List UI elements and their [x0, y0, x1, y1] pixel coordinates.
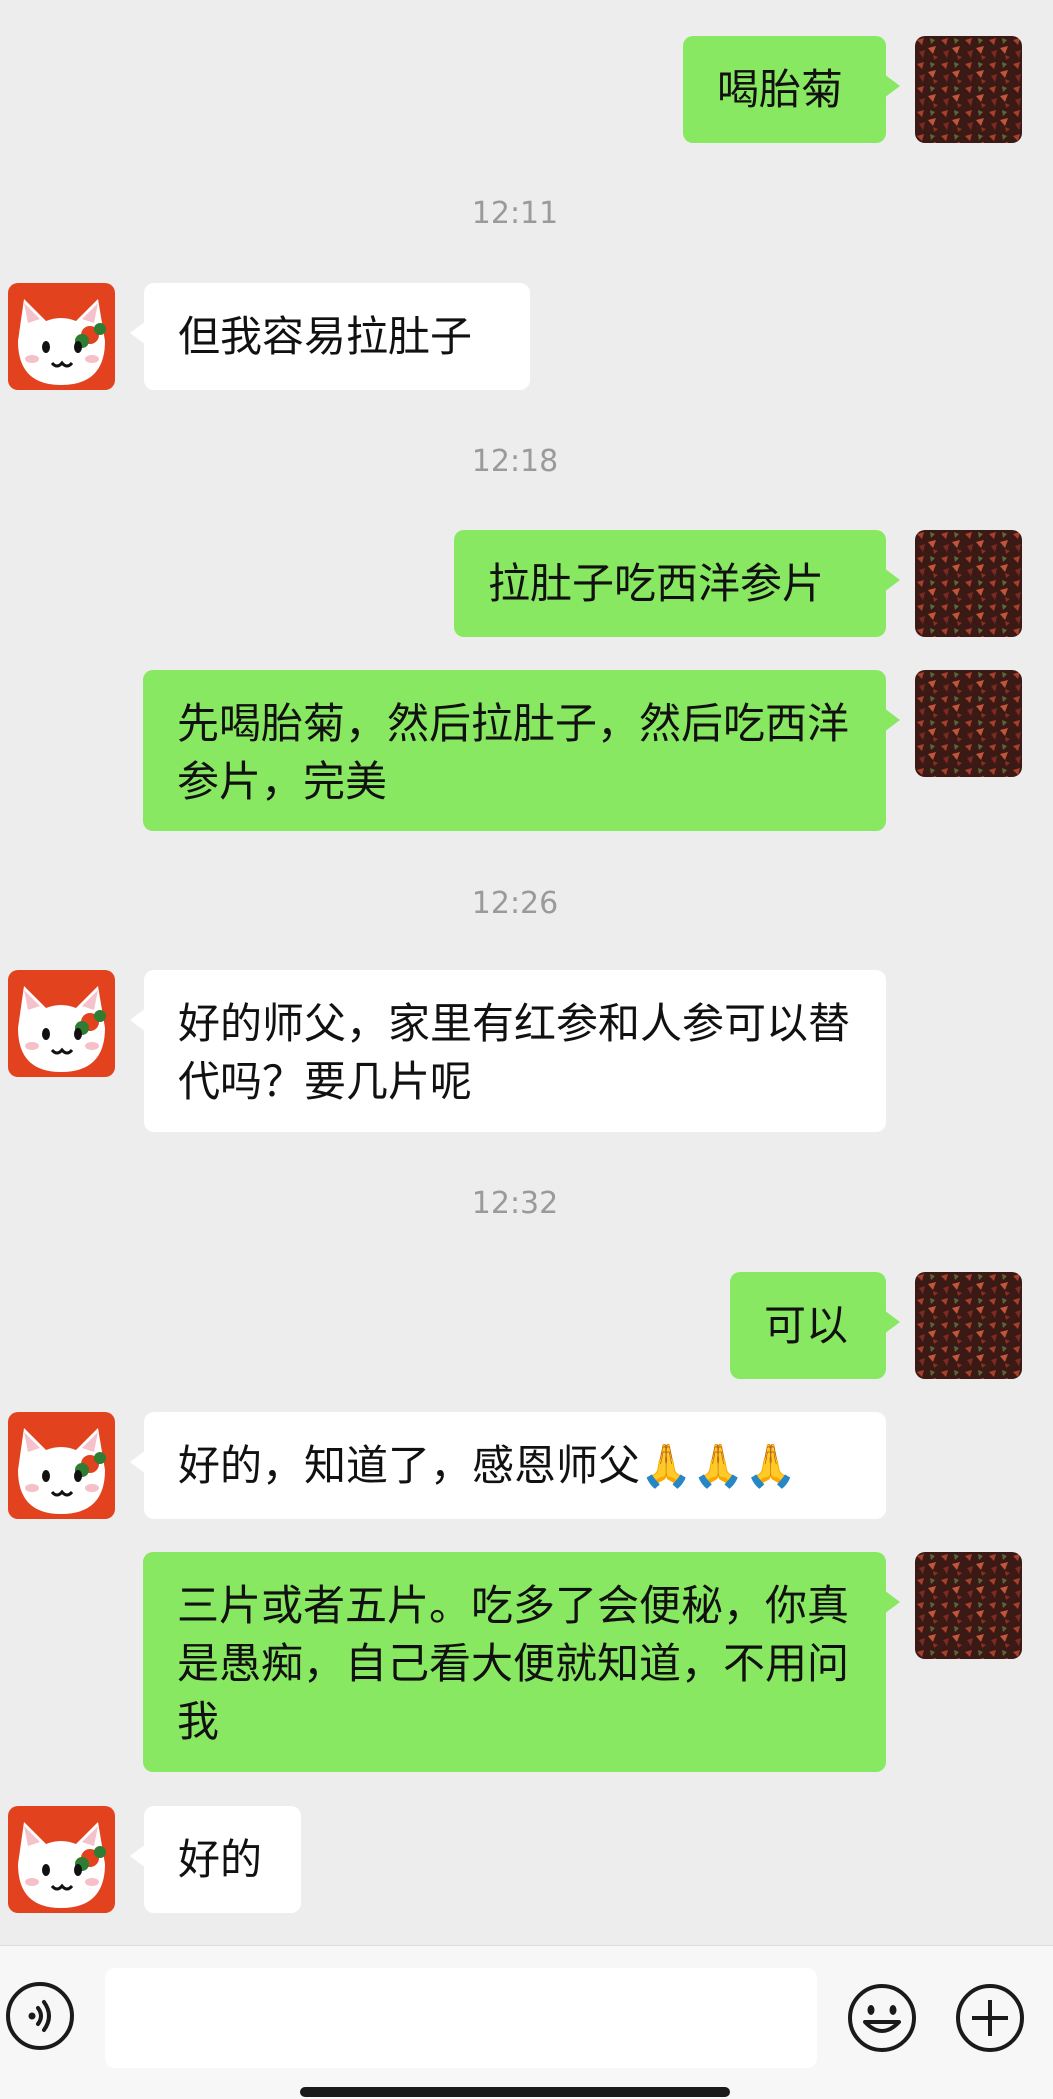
- my-message-bubble[interactable]: 可以: [730, 1272, 900, 1379]
- voice-icon[interactable]: [6, 1982, 74, 2050]
- my-avatar[interactable]: [915, 1272, 1022, 1379]
- emoji-icon[interactable]: [846, 1982, 918, 2054]
- my-message-bubble[interactable]: 三片或者五片。吃多了会便秘，你真是愚痴，自己看大便就知道，不用问我: [143, 1552, 900, 1772]
- contact-avatar[interactable]: [8, 970, 115, 1077]
- timestamp: 12:32: [471, 1186, 559, 1221]
- timestamp: 12:18: [471, 444, 559, 479]
- input-toolbar: [0, 1945, 1053, 2099]
- contact-message-bubble[interactable]: 好的师父，家里有红参和人参可以替代吗？要几片呢: [130, 970, 886, 1132]
- message-input[interactable]: [105, 1968, 817, 2068]
- timestamp: 12:26: [471, 886, 559, 921]
- timestamp: 12:11: [471, 196, 559, 231]
- contact-avatar[interactable]: [8, 1412, 115, 1519]
- my-avatar[interactable]: [915, 670, 1022, 777]
- my-avatar[interactable]: [915, 530, 1022, 637]
- my-message-bubble[interactable]: 拉肚子吃西洋参片: [454, 530, 900, 637]
- contact-message-bubble[interactable]: 好的，知道了，感恩师父🙏🙏🙏: [130, 1412, 886, 1519]
- contact-message-bubble[interactable]: 但我容易拉肚子: [130, 283, 530, 390]
- my-message-bubble[interactable]: 喝胎菊: [683, 36, 900, 143]
- contact-message-bubble[interactable]: 好的: [130, 1806, 301, 1913]
- home-indicator[interactable]: [300, 2087, 730, 2097]
- my-avatar[interactable]: [915, 36, 1022, 143]
- my-avatar[interactable]: [915, 1552, 1022, 1659]
- chat-area[interactable]: 喝胎菊 12:11 但我容易拉肚子 12:18 拉肚子吃西洋参片 先喝胎菊，然后…: [0, 0, 1053, 1945]
- contact-avatar[interactable]: [8, 283, 115, 390]
- my-message-bubble[interactable]: 先喝胎菊，然后拉肚子，然后吃西洋参片，完美: [143, 670, 900, 831]
- plus-icon[interactable]: [954, 1982, 1026, 2054]
- contact-avatar[interactable]: [8, 1806, 115, 1913]
